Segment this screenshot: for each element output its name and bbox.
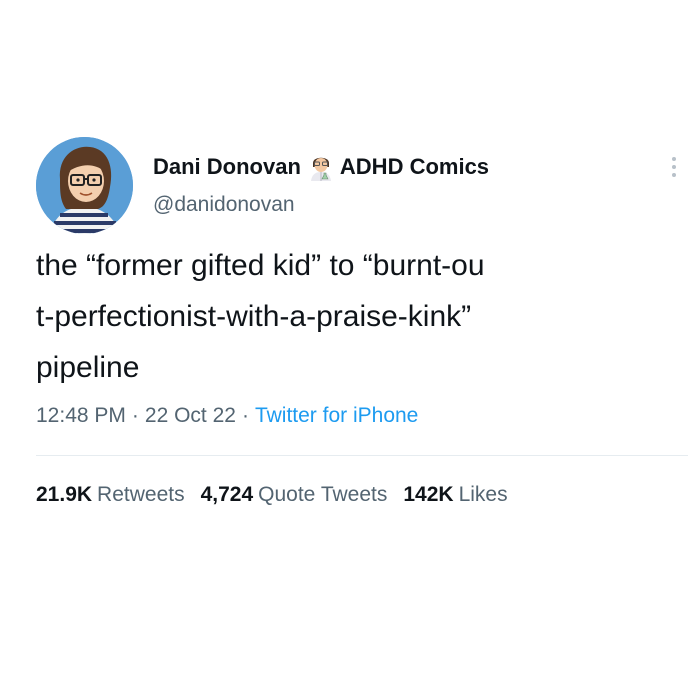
quote-tweets-stat[interactable]: 4,724 Quote Tweets (201, 479, 388, 511)
display-name[interactable]: Dani Donovan (153, 154, 301, 180)
author-handle[interactable]: @danidonovan (153, 193, 295, 217)
quote-tweets-count: 4,724 (200, 483, 254, 506)
likes-count: 142K (403, 483, 454, 506)
avatar[interactable] (36, 137, 133, 234)
quote-tweets-label: Quote Tweets (258, 483, 388, 506)
cartoon-portrait-avatar-icon (36, 137, 133, 234)
retweets-label: Retweets (97, 483, 185, 506)
more-options-icon[interactable] (664, 152, 684, 182)
tweet-card: Dani Donovan ADHD Comics @danidonovan th… (0, 0, 700, 700)
tweet-text-line: the “former gifted kid” to “burnt-ou (36, 249, 485, 282)
retweets-stat[interactable]: 21.9K Retweets (36, 479, 185, 511)
likes-label: Likes (458, 483, 508, 506)
scientist-emoji-icon (309, 153, 333, 181)
retweets-count: 21.9K (36, 483, 93, 506)
divider (36, 455, 688, 456)
tweet-source-link[interactable]: Twitter for iPhone (255, 404, 418, 427)
tweet-meta: 12:48 PM · 22 Oct 22 · Twitter for iPhone (36, 400, 418, 432)
author-name-row: Dani Donovan ADHD Comics (153, 150, 489, 184)
name-suffix: ADHD Comics (339, 154, 490, 179)
likes-stat[interactable]: 142K Likes (403, 479, 507, 511)
tweet-text-line: pipeline (36, 351, 140, 384)
tweet-text-line: t-perfectionist-with-a-praise-kink” (36, 300, 472, 333)
tweet-text: the “former gifted kid” to “burnt-ou t-p… (36, 240, 676, 393)
meta-separator: · (131, 404, 139, 427)
engagement-stats: 21.9K Retweets 4,724 Quote Tweets 142K Like… (36, 479, 524, 511)
meta-separator: · (241, 404, 249, 427)
tweet-time[interactable]: 12:48 PM (36, 404, 126, 427)
tweet-date[interactable]: 22 Oct 22 (145, 404, 236, 427)
